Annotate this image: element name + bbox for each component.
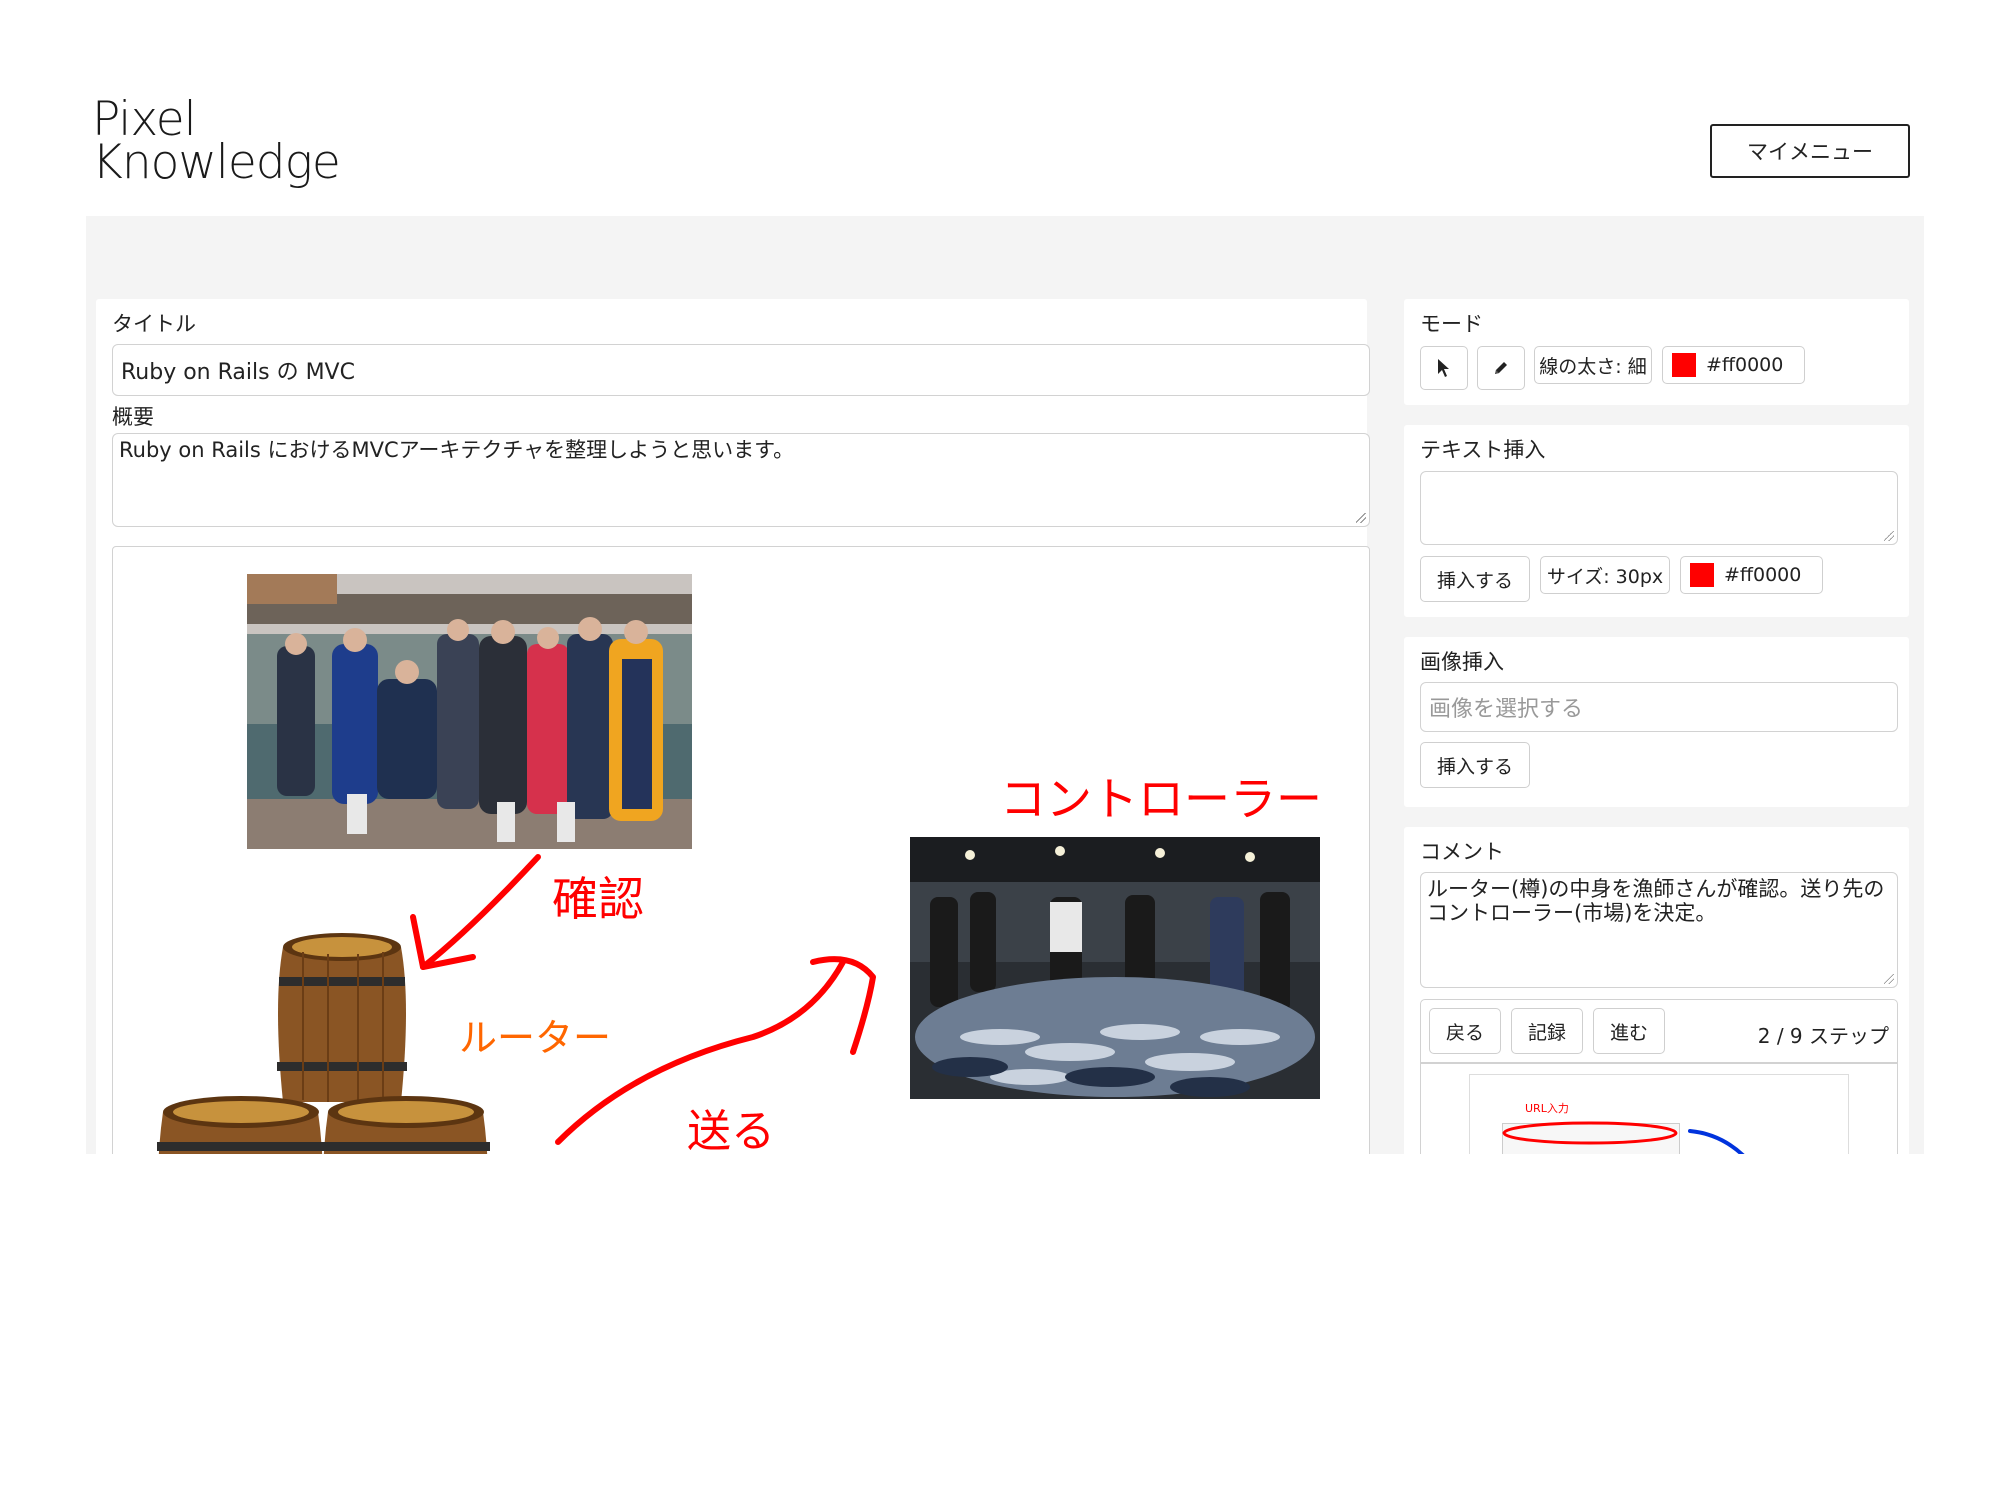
image-insert-panel: 画像挿入 画像を選択する 挿入する xyxy=(1404,637,1909,807)
text-color-picker[interactable]: #ff0000 xyxy=(1680,556,1823,594)
forward-button[interactable]: 進む xyxy=(1593,1008,1665,1054)
pen-tool-button[interactable] xyxy=(1477,346,1525,390)
my-menu-button[interactable]: マイメニュー xyxy=(1710,124,1910,178)
image-insert-button[interactable]: 挿入する xyxy=(1420,742,1530,788)
annotation-confirm[interactable]: 確認 xyxy=(552,863,644,929)
text-insert-panel: テキスト挿入 挿入する サイズ: 30px #ff0000 xyxy=(1404,425,1909,617)
confirm-arrow xyxy=(420,854,541,970)
select-tool-button[interactable] xyxy=(1420,346,1468,390)
annotation-send[interactable]: 送る xyxy=(687,1095,775,1154)
step-counter: 2 / 9 ステップ xyxy=(1757,1024,1889,1048)
mode-panel: モード 線の太さ: 細 #ff0000 xyxy=(1404,299,1909,405)
mode-label: モード xyxy=(1420,312,1483,336)
comment-panel: コメント ルーター(樽)の中身を漁師さんが確認。送り先のコントローラー(市場)を… xyxy=(1404,827,1909,1154)
comment-textarea[interactable]: ルーター(樽)の中身を漁師さんが確認。送り先のコントローラー(市場)を決定。 xyxy=(1420,872,1898,988)
text-color-label: #ff0000 xyxy=(1724,564,1802,586)
pencil-icon xyxy=(1495,362,1507,374)
logo: Pixel Knowledge xyxy=(92,96,341,190)
resize-grip-icon[interactable] xyxy=(1884,531,1894,541)
text-insert-textarea[interactable] xyxy=(1420,471,1898,545)
annotation-controller[interactable]: コントローラー xyxy=(1000,763,1322,829)
back-button[interactable]: 戻る xyxy=(1429,1008,1501,1054)
summary-text: Ruby on Rails におけるMVCアーキテクチャを整理しようと思います。 xyxy=(119,438,795,462)
step-thumbnail[interactable]: URL入力 xyxy=(1469,1074,1849,1154)
resize-grip-icon[interactable] xyxy=(1356,513,1366,523)
comment-text: ルーター(樽)の中身を漁師さんが確認。送り先のコントローラー(市場)を決定。 xyxy=(1427,877,1885,925)
annotation-router[interactable]: ルーター xyxy=(459,1007,611,1062)
confirm-arrowhead xyxy=(410,914,476,970)
mode-color-picker[interactable]: #ff0000 xyxy=(1662,346,1805,384)
stroke-width-select[interactable]: 線の太さ: 細 xyxy=(1534,346,1652,384)
editor-panel: タイトル Ruby on Rails の MVC 概要 Ruby on Rail… xyxy=(96,299,1370,1154)
color-swatch xyxy=(1672,353,1696,377)
title-label: タイトル xyxy=(112,312,196,336)
editor-stage: タイトル Ruby on Rails の MVC 概要 Ruby on Rail… xyxy=(86,216,1924,1154)
step-divider xyxy=(1421,1062,1897,1064)
cursor-icon xyxy=(1438,359,1449,377)
image-insert-label: 画像挿入 xyxy=(1420,650,1504,674)
image-file-input[interactable]: 画像を選択する xyxy=(1420,682,1898,732)
step-navigator: 戻る 記録 進む 2 / 9 ステップ URL入力 xyxy=(1420,999,1898,1154)
drawn-arrows xyxy=(410,854,876,1145)
color-swatch xyxy=(1690,563,1714,587)
mode-color-label: #ff0000 xyxy=(1706,354,1784,376)
summary-textarea[interactable]: Ruby on Rails におけるMVCアーキテクチャを整理しようと思います。 xyxy=(112,433,1370,527)
title-input[interactable]: Ruby on Rails の MVC xyxy=(112,344,1370,396)
text-insert-label: テキスト挿入 xyxy=(1420,438,1546,462)
send-arrowhead xyxy=(810,956,876,1055)
text-size-select[interactable]: サイズ: 30px xyxy=(1540,556,1670,594)
text-insert-button[interactable]: 挿入する xyxy=(1420,556,1530,602)
thumbnail-drawing xyxy=(1502,1121,1745,1154)
resize-grip-icon[interactable] xyxy=(1884,974,1894,984)
comment-label: コメント xyxy=(1420,840,1504,864)
drawing-canvas[interactable]: 確認 ルーター 送る コントローラー xyxy=(112,546,1370,1154)
summary-label: 概要 xyxy=(112,405,154,429)
logo-line-2: Knowledge xyxy=(92,135,341,190)
record-button[interactable]: 記録 xyxy=(1511,1008,1583,1054)
